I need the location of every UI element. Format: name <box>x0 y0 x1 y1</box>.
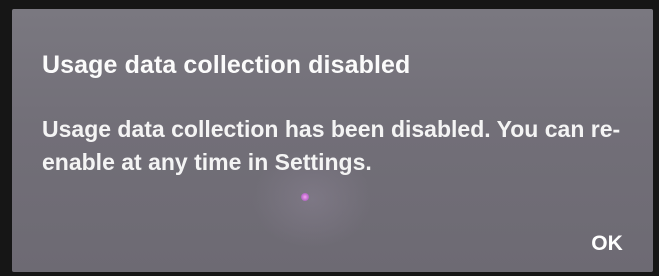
ok-button[interactable]: OK <box>572 224 642 264</box>
dialog: Usage data collection disabled Usage dat… <box>12 9 653 272</box>
device-bezel: Usage data collection disabled Usage dat… <box>0 0 659 276</box>
cursor-dot <box>301 193 309 201</box>
dialog-title: Usage data collection disabled <box>42 51 411 79</box>
dialog-message: Usage data collection has been disabled.… <box>42 116 621 175</box>
